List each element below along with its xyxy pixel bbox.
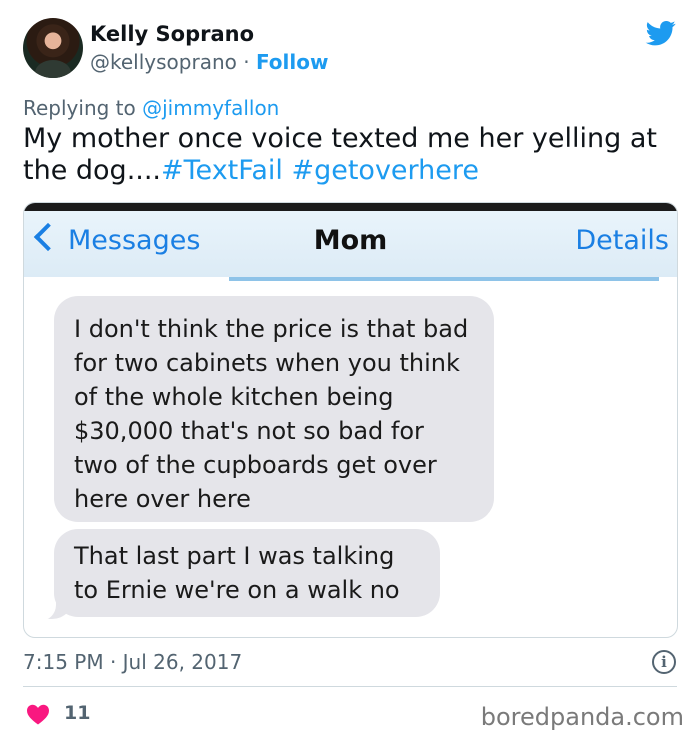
- hashtag-getoverhere[interactable]: #getoverhere: [291, 155, 479, 186]
- replying-prefix: Replying to: [23, 96, 136, 120]
- like-count: 11: [64, 702, 91, 724]
- user-name[interactable]: Kelly Soprano: [90, 22, 254, 46]
- message-bubble: That last part I was talking to Ernie we…: [54, 529, 440, 617]
- user-handle-line: @kellysoprano · Follow: [90, 50, 328, 74]
- user-handle[interactable]: @kellysoprano: [90, 50, 237, 74]
- reply-mention[interactable]: @jimmyfallon: [142, 96, 279, 120]
- twitter-bird-icon[interactable]: [644, 18, 678, 48]
- info-icon[interactable]: i: [652, 650, 676, 674]
- watermark: boredpanda.com: [480, 703, 684, 731]
- phone-status-bar: [24, 203, 677, 211]
- hashtag-textfail[interactable]: #TextFail: [161, 155, 283, 186]
- messages-navbar: Messages Mom Details: [24, 211, 677, 281]
- heart-icon[interactable]: [26, 703, 50, 725]
- separator: ·: [243, 50, 250, 74]
- attached-screenshot[interactable]: Messages Mom Details I don't think the p…: [23, 202, 678, 638]
- message-bubble: I don't think the price is that bad for …: [54, 296, 494, 522]
- tweet-timestamp[interactable]: 7:15 PM · Jul 26, 2017: [23, 650, 242, 674]
- replying-to: Replying to @jimmyfallon: [23, 96, 279, 120]
- follow-button[interactable]: Follow: [256, 50, 329, 74]
- divider: [23, 686, 677, 687]
- details-button[interactable]: Details: [575, 225, 669, 256]
- tweet-text: My mother once voice texted me her yelli…: [23, 123, 683, 187]
- avatar[interactable]: [23, 18, 83, 78]
